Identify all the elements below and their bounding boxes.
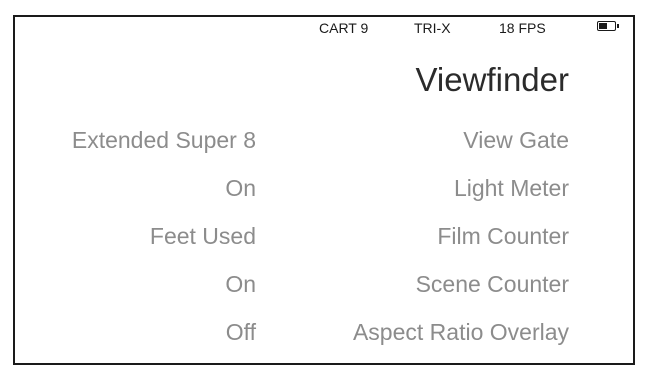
setting-row-light-meter[interactable]: On Light Meter — [15, 175, 633, 205]
setting-row-film-counter[interactable]: Feet Used Film Counter — [15, 223, 633, 253]
setting-label: Film Counter — [437, 223, 569, 249]
setting-row-scene-counter[interactable]: On Scene Counter — [15, 271, 633, 301]
setting-value: Off — [225, 319, 256, 345]
setting-value: Feet Used — [149, 223, 256, 249]
battery-level-fill — [599, 23, 608, 29]
battery-icon — [597, 21, 619, 31]
film-stock-indicator: TRI-X — [414, 20, 451, 36]
viewfinder-screen: CART 9 TRI-X 18 FPS Viewfinder Extended … — [13, 15, 635, 365]
frame-rate-indicator: 18 FPS — [499, 20, 546, 36]
cartridge-indicator: CART 9 — [319, 20, 369, 36]
setting-label: Scene Counter — [415, 271, 569, 297]
setting-label: View Gate — [463, 127, 569, 153]
setting-value: On — [225, 271, 256, 297]
setting-label: Aspect Ratio Overlay — [352, 319, 569, 345]
setting-row-aspect-ratio-overlay[interactable]: Off Aspect Ratio Overlay — [15, 319, 633, 349]
setting-label: Light Meter — [453, 175, 569, 201]
setting-row-view-gate[interactable]: Extended Super 8 View Gate — [15, 127, 633, 157]
page-title: Viewfinder — [415, 61, 569, 98]
setting-value: On — [225, 175, 256, 201]
setting-value: Extended Super 8 — [71, 127, 256, 153]
